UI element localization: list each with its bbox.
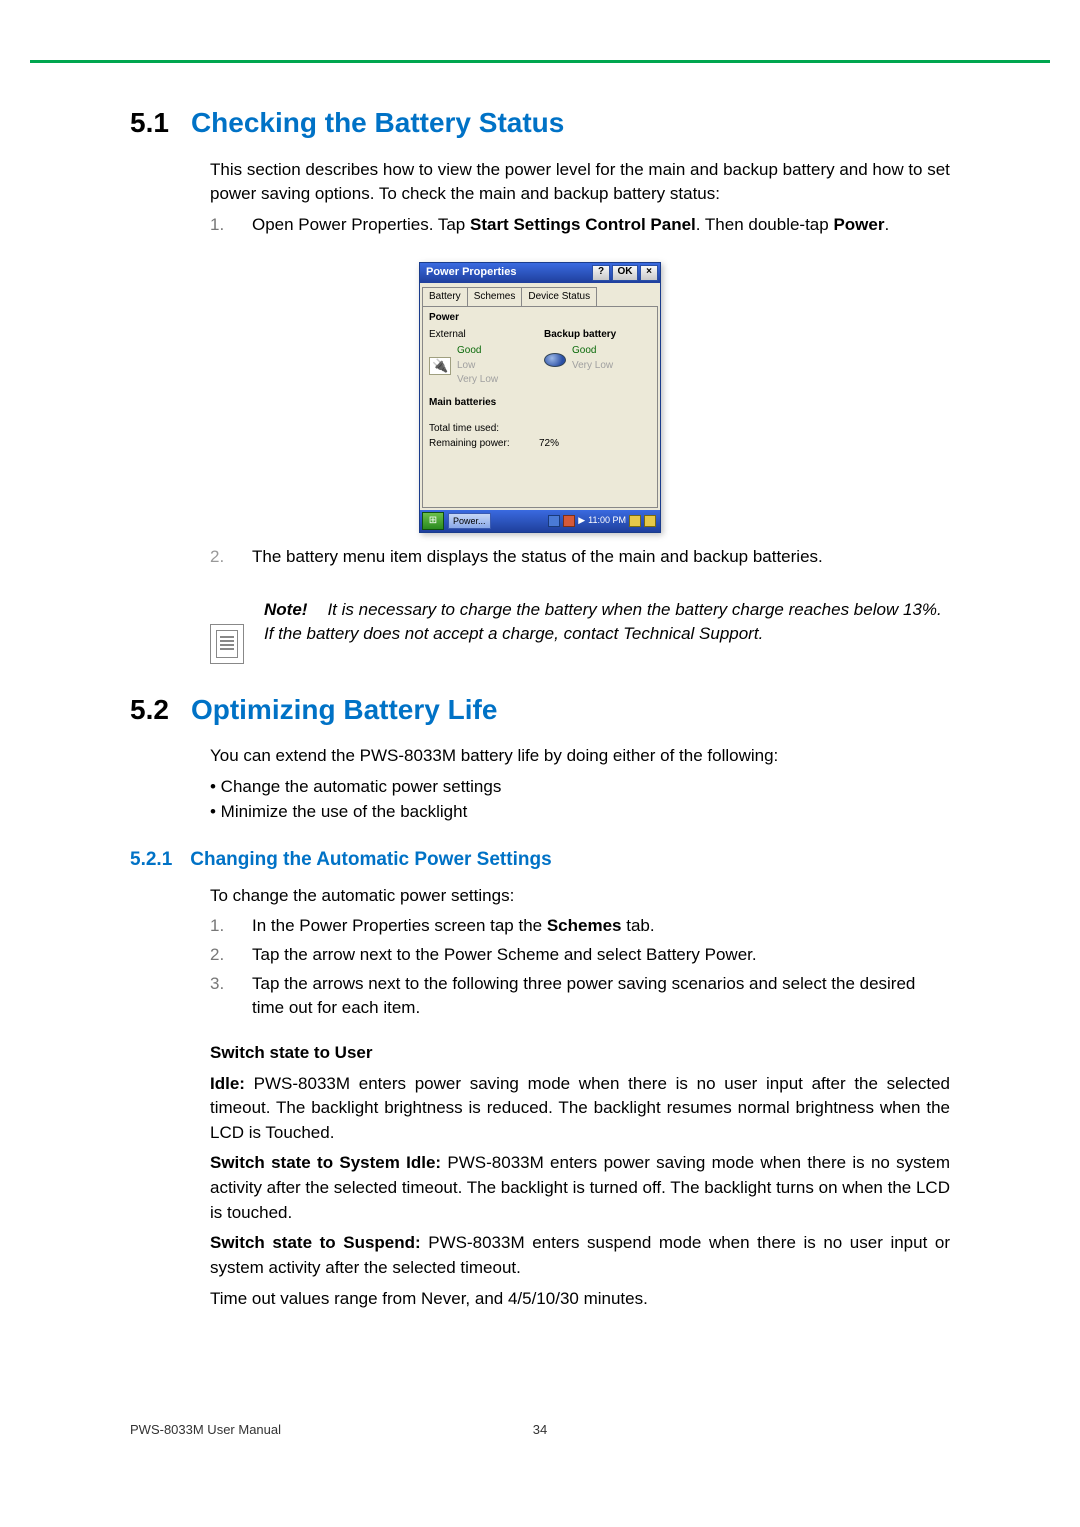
page-footer: PWS-8033M User Manual 34 bbox=[30, 1381, 1050, 1440]
t: In the Power Properties screen tap the bbox=[252, 916, 547, 935]
heading-text: Checking the Battery Status bbox=[191, 103, 564, 144]
remaining-label: Remaining power: bbox=[429, 437, 539, 452]
start-button[interactable]: ⊞ bbox=[422, 512, 444, 530]
external-label: External bbox=[429, 328, 536, 343]
help-button[interactable]: ? bbox=[592, 265, 610, 281]
suspend-para: Switch state to Suspend: PWS-8033M enter… bbox=[210, 1231, 950, 1280]
step-num: 1. bbox=[210, 213, 234, 238]
timeout-para: Time out values range from Never, and 4/… bbox=[210, 1287, 950, 1312]
main-stats: Total time used: Remaining power:72% bbox=[429, 422, 651, 451]
t: tab. bbox=[622, 916, 655, 935]
step-text: Open Power Properties. Tap Start Setting… bbox=[252, 213, 889, 238]
b: Power bbox=[833, 215, 884, 234]
main-batteries-label: Main batteries bbox=[429, 396, 651, 411]
heading-num: 5.2 bbox=[30, 690, 169, 731]
window-body: Power External Good Low Very Low Backup … bbox=[422, 306, 658, 508]
b: Control Panel bbox=[585, 215, 696, 234]
external-verylow: Very Low bbox=[457, 373, 498, 388]
backup-label: Backup battery bbox=[544, 328, 651, 343]
system-tray: ▶ 11:00 PM bbox=[548, 514, 660, 527]
b: Settings bbox=[513, 215, 580, 234]
power-group-label: Power bbox=[429, 311, 651, 326]
plug-icon bbox=[429, 357, 451, 375]
t: PWS-8033M enters power saving mode when … bbox=[210, 1074, 950, 1142]
step-text: Tap the arrows next to the following thr… bbox=[252, 972, 950, 1021]
tab-schemes[interactable]: Schemes bbox=[467, 287, 523, 307]
idle-para: Idle: PWS-8033M enters power saving mode… bbox=[210, 1072, 950, 1146]
tray-icon[interactable] bbox=[563, 515, 575, 527]
external-good: Good bbox=[457, 344, 498, 359]
top-rule bbox=[30, 60, 1050, 63]
b: Switch state to Suspend: bbox=[210, 1233, 421, 1252]
power-properties-window: Power Properties ? OK × Battery Schemes … bbox=[419, 262, 661, 534]
ok-button[interactable]: OK bbox=[612, 265, 638, 281]
heading-num: 5.2.1 bbox=[30, 846, 172, 874]
note-body: It is necessary to charge the battery wh… bbox=[264, 600, 942, 644]
intro-5-2-1: To change the automatic power settings: bbox=[210, 884, 950, 909]
switch-state-user-head: Switch state to User bbox=[210, 1041, 950, 1066]
note-text: Note!It is necessary to charge the batte… bbox=[264, 598, 950, 647]
taskbar-power-label: Power... bbox=[453, 515, 486, 528]
heading-num: 5.1 bbox=[30, 103, 169, 144]
tray-icon[interactable] bbox=[644, 515, 656, 527]
heading-text: Changing the Automatic Power Settings bbox=[190, 846, 551, 874]
remaining-value: 72% bbox=[539, 437, 559, 452]
t: . bbox=[884, 215, 889, 234]
close-button[interactable]: × bbox=[640, 265, 658, 281]
external-column: External Good Low Very Low bbox=[429, 328, 536, 388]
backup-good: Good bbox=[572, 344, 613, 359]
intro-5-1: This section describes how to view the p… bbox=[210, 158, 950, 207]
bullet-1: • Change the automatic power settings bbox=[210, 775, 950, 800]
b: Idle: bbox=[210, 1074, 245, 1093]
tab-device-status[interactable]: Device Status bbox=[521, 287, 597, 307]
step-num: 1. bbox=[210, 914, 234, 939]
backup-verylow: Very Low bbox=[572, 359, 613, 374]
tab-bar: Battery Schemes Device Status bbox=[420, 283, 660, 307]
step-text: Tap the arrow next to the Power Scheme a… bbox=[252, 943, 757, 968]
note-label: Note! bbox=[264, 600, 307, 619]
note-block: Note!It is necessary to charge the batte… bbox=[30, 598, 1050, 664]
taskbar-power-button[interactable]: Power... bbox=[448, 513, 491, 529]
tab-battery[interactable]: Battery bbox=[422, 287, 468, 307]
heading-5-2-1: 5.2.1 Changing the Automatic Power Setti… bbox=[30, 846, 1050, 874]
step-521-3: 3. Tap the arrows next to the following … bbox=[210, 972, 950, 1021]
b: Start bbox=[470, 215, 509, 234]
heading-5-2: 5.2 Optimizing Battery Life bbox=[30, 690, 1050, 731]
step-2: 2. The battery menu item displays the st… bbox=[210, 545, 950, 570]
step-num: 3. bbox=[210, 972, 234, 1021]
backup-battery-icon bbox=[544, 353, 566, 367]
bullet-2: • Minimize the use of the backlight bbox=[210, 800, 950, 825]
window-titlebar: Power Properties ? OK × bbox=[420, 263, 660, 283]
step-text: In the Power Properties screen tap the S… bbox=[252, 914, 655, 939]
footer-page-number: 34 bbox=[533, 1421, 547, 1440]
note-icon bbox=[210, 624, 244, 664]
backup-column: Backup battery Good Very Low bbox=[544, 328, 651, 388]
tray-arrow-icon[interactable]: ▶ bbox=[578, 514, 585, 527]
heading-5-1: 5.1 Checking the Battery Status bbox=[30, 103, 1050, 144]
taskbar: ⊞ Power... ▶ 11:00 PM bbox=[420, 510, 660, 532]
intro-5-2: You can extend the PWS-8033M battery lif… bbox=[210, 744, 950, 769]
b: Schemes bbox=[547, 916, 622, 935]
heading-text: Optimizing Battery Life bbox=[191, 690, 497, 731]
step-521-1: 1. In the Power Properties screen tap th… bbox=[210, 914, 950, 939]
b: Switch state to System Idle: bbox=[210, 1153, 441, 1172]
step-num: 2. bbox=[210, 545, 234, 570]
tray-icon[interactable] bbox=[629, 515, 641, 527]
total-time-label: Total time used: bbox=[429, 422, 539, 437]
t: . Then double-tap bbox=[696, 215, 834, 234]
power-properties-figure: Power Properties ? OK × Battery Schemes … bbox=[30, 262, 1050, 534]
external-low: Low bbox=[457, 359, 498, 374]
window-title: Power Properties bbox=[426, 265, 590, 281]
step-text: The battery menu item displays the statu… bbox=[252, 545, 823, 570]
step-1: 1. Open Power Properties. Tap Start Sett… bbox=[210, 213, 950, 238]
system-idle-para: Switch state to System Idle: PWS-8033M e… bbox=[210, 1151, 950, 1225]
footer-left: PWS-8033M User Manual bbox=[130, 1421, 281, 1440]
tray-icon[interactable] bbox=[548, 515, 560, 527]
taskbar-clock: 11:00 PM bbox=[588, 514, 626, 527]
step-521-2: 2. Tap the arrow next to the Power Schem… bbox=[210, 943, 950, 968]
t: Open Power Properties. Tap bbox=[252, 215, 470, 234]
step-num: 2. bbox=[210, 943, 234, 968]
